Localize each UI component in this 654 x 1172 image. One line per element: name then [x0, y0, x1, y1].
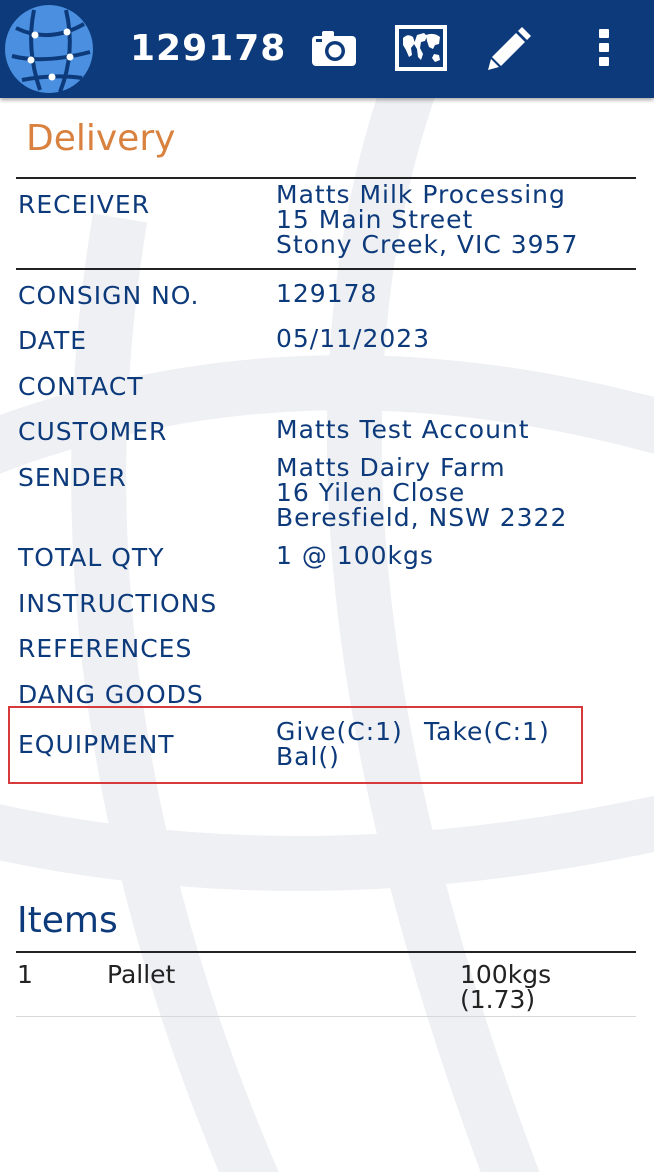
customer-label: CUSTOMER: [18, 417, 168, 446]
receiver-name: Matts Milk Processing: [276, 180, 566, 209]
camera-button[interactable]: [308, 22, 360, 74]
globe-logo-icon[interactable]: [4, 4, 94, 94]
receiver-suburb: Stony Creek, VIC 3957: [276, 230, 579, 259]
receiver-street: 15 Main Street: [276, 205, 474, 234]
sender-name: Matts Dairy Farm: [276, 453, 506, 482]
item-description: Pallet: [107, 960, 176, 989]
date-label: DATE: [18, 326, 88, 355]
consign-no-value: 129178: [276, 279, 378, 308]
more-vert-icon: [599, 29, 609, 66]
pencil-icon: [488, 27, 531, 70]
total-qty-value: 1 @ 100kgs: [276, 541, 434, 570]
consign-no-label: CONSIGN NO.: [18, 281, 200, 310]
section-title-items: Items: [17, 900, 118, 941]
contact-label: CONTACT: [18, 372, 144, 401]
equipment-label: EQUIPMENT: [18, 730, 175, 759]
section-title-delivery: Delivery: [26, 118, 176, 159]
sender-street: 16 Yilen Close: [276, 478, 466, 507]
divider: [16, 1016, 636, 1017]
camera-icon: [312, 31, 356, 66]
divider: [16, 268, 636, 270]
instructions-label: INSTRUCTIONS: [18, 589, 218, 618]
app-bar: 129178: [0, 0, 654, 98]
divider: [16, 951, 636, 953]
equipment-give: Give(C:1): [276, 717, 403, 746]
map-icon: [395, 25, 447, 71]
total-qty-label: TOTAL QTY: [18, 543, 165, 572]
map-button[interactable]: [393, 22, 449, 74]
references-label: REFERENCES: [18, 634, 193, 663]
equipment-balance: Bal(): [276, 742, 340, 771]
customer-value: Matts Test Account: [276, 415, 530, 444]
edit-button[interactable]: [484, 22, 536, 74]
sender-label: SENDER: [18, 463, 127, 492]
more-options-button[interactable]: [588, 22, 620, 74]
equipment-take: Take(C:1): [424, 717, 550, 746]
item-quantity: 1: [17, 960, 33, 989]
dang-goods-label: DANG GOODS: [18, 680, 204, 709]
consignment-title: 129178: [130, 28, 287, 69]
divider: [16, 177, 636, 179]
item-cubic: (1.73): [460, 985, 536, 1014]
item-weight: 100kgs: [460, 960, 552, 989]
date-value: 05/11/2023: [276, 324, 431, 353]
receiver-label: RECEIVER: [18, 190, 151, 219]
sender-suburb: Beresfield, NSW 2322: [276, 503, 568, 532]
